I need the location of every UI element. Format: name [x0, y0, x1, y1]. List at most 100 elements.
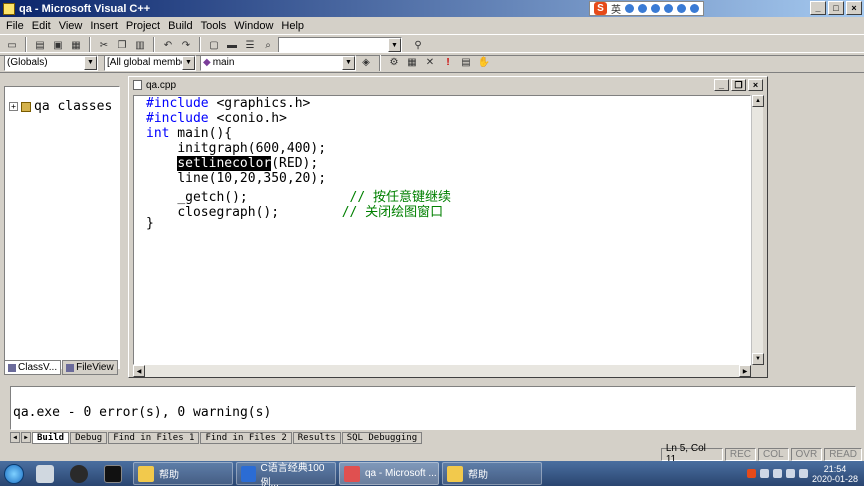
task-visual-cpp[interactable]: qa - Microsoft ... — [339, 462, 439, 485]
wizard-action-icon[interactable]: ◈ — [358, 55, 374, 71]
task-word-doc[interactable]: C语言经典100例... — [236, 462, 336, 486]
redo-icon[interactable]: ↷ — [178, 37, 194, 53]
class-tree[interactable]: + qa classes — [4, 86, 120, 369]
pinned-cmd[interactable] — [96, 461, 130, 486]
editor-close-button[interactable]: × — [748, 79, 763, 91]
build-icon[interactable]: ▦ — [404, 55, 420, 71]
expand-icon[interactable]: + — [9, 102, 18, 111]
binoculars-search-icon[interactable]: ⚲ — [410, 37, 426, 53]
execute-icon[interactable]: ! — [440, 55, 456, 71]
save-icon[interactable]: ▣ — [50, 37, 66, 53]
minimize-button[interactable]: _ — [810, 1, 826, 15]
code-editor[interactable]: #include <graphics.h> #include <conio.h>… — [133, 95, 751, 365]
system-tray: 21:54 2020-01-28 — [746, 464, 864, 484]
tab-find-in-files-2[interactable]: Find in Files 2 — [200, 431, 292, 444]
tab-fileview[interactable]: FileView — [62, 360, 118, 375]
task-label: qa - Microsoft ... — [365, 468, 437, 479]
tab-classview[interactable]: ClassV... — [4, 360, 62, 375]
menu-view[interactable]: View — [59, 20, 83, 32]
new-text-file-icon[interactable]: ▭ — [4, 37, 20, 53]
scroll-left-icon[interactable]: ◀ — [133, 365, 145, 377]
microphone-icon[interactable] — [651, 4, 660, 13]
tab-find-in-files-1[interactable]: Find in Files 1 — [108, 431, 200, 444]
scope-combo[interactable]: (Globals) ▼ — [4, 54, 98, 71]
wizard-bar: (Globals) ▼ [All global members ▼ ◆ main… — [0, 52, 864, 73]
editor-vertical-scrollbar[interactable]: ▲ ▼ — [751, 95, 764, 365]
network-icon[interactable] — [772, 469, 782, 478]
clock[interactable]: 21:54 2020-01-28 — [812, 464, 858, 484]
menu-help[interactable]: Help — [281, 20, 304, 32]
output-window-icon[interactable]: ▬ — [224, 37, 240, 53]
find-in-files-icon[interactable]: ⌕ — [260, 37, 276, 53]
chevron-down-icon[interactable]: ▼ — [388, 38, 401, 52]
menu-edit[interactable]: Edit — [32, 20, 51, 32]
tree-root-label[interactable]: qa classes — [34, 99, 112, 114]
pinned-settings[interactable] — [28, 461, 62, 486]
editor-restore-button[interactable]: ❐ — [731, 79, 746, 91]
pinned-nox[interactable] — [62, 461, 96, 486]
code-line-4: initgraph(600,400); — [177, 141, 327, 156]
tree-root-row[interactable]: + qa classes — [9, 99, 112, 114]
toolbox-icon[interactable] — [690, 4, 699, 13]
scope-value: (Globals) — [7, 57, 48, 68]
output-text-area[interactable]: qa.exe - 0 error(s), 0 warning(s) — [10, 386, 856, 430]
compile-icon[interactable]: ⚙ — [386, 55, 402, 71]
members-combo[interactable]: [All global members ▼ — [104, 54, 196, 71]
paste-icon[interactable]: ▥ — [132, 37, 148, 53]
selected-text: setlinecolor — [177, 156, 272, 171]
sogou-tray-icon[interactable] — [746, 469, 756, 478]
save-all-icon[interactable]: ▦ — [68, 37, 84, 53]
task-help-1[interactable]: 帮助 — [133, 462, 233, 485]
punctuation-icon[interactable] — [625, 4, 634, 13]
scroll-right-icon[interactable]: ▶ — [739, 365, 751, 377]
breakpoint-hand-icon[interactable]: ✋ — [476, 55, 492, 71]
editor-minimize-button[interactable]: _ — [714, 79, 729, 91]
chevron-down-icon[interactable]: ▼ — [84, 55, 97, 70]
menu-project[interactable]: Project — [126, 20, 160, 32]
menu-window[interactable]: Window — [234, 20, 273, 32]
find-combo[interactable]: ▼ — [278, 37, 402, 53]
start-button[interactable] — [0, 461, 28, 486]
menu-tools[interactable]: Tools — [201, 20, 227, 32]
help-icon — [447, 465, 463, 482]
menu-insert[interactable]: Insert — [90, 20, 118, 32]
scroll-up-icon[interactable]: ▲ — [752, 95, 764, 107]
go-debug-icon[interactable]: ▤ — [458, 55, 474, 71]
chevron-down-icon[interactable]: ▼ — [342, 55, 355, 70]
cut-icon[interactable]: ✂ — [96, 37, 112, 53]
editor-filename: qa.cpp — [146, 79, 177, 91]
emoji-icon[interactable] — [638, 4, 647, 13]
ime-toolbar[interactable]: S 英 — [589, 1, 704, 16]
flag-icon[interactable] — [798, 469, 808, 478]
open-folder-icon[interactable]: ▤ — [32, 37, 48, 53]
volume-icon[interactable] — [785, 469, 795, 478]
tab-scroll-left-icon[interactable]: ◀ — [10, 432, 20, 443]
tab-results[interactable]: Results — [292, 431, 341, 444]
tab-sql-debugging[interactable]: SQL Debugging — [341, 431, 423, 444]
copy-icon[interactable]: ❐ — [114, 37, 130, 53]
tab-build[interactable]: Build — [32, 431, 70, 444]
gear-icon — [36, 464, 54, 483]
tab-scroll-right-icon[interactable]: ▶ — [21, 432, 31, 443]
skin-icon[interactable] — [677, 4, 686, 13]
tab-debug[interactable]: Debug — [70, 431, 108, 444]
stop-build-icon[interactable]: ✕ — [422, 55, 438, 71]
task-help-2[interactable]: 帮助 — [442, 462, 542, 485]
close-button[interactable]: × — [846, 1, 862, 15]
ime-language-toggle[interactable]: 英 — [611, 1, 621, 16]
sogou-logo-icon[interactable]: S — [594, 2, 607, 15]
keyboard-icon[interactable] — [664, 4, 673, 13]
workspace-icon[interactable]: ▢ — [206, 37, 222, 53]
chevron-down-icon[interactable]: ▼ — [182, 55, 195, 70]
help-icon — [138, 465, 154, 482]
maximize-button[interactable]: □ — [828, 1, 844, 15]
function-combo[interactable]: ◆ main ▼ — [200, 54, 356, 71]
help-tray-icon[interactable] — [759, 469, 769, 478]
window-list-icon[interactable]: ☰ — [242, 37, 258, 53]
undo-icon[interactable]: ↶ — [160, 37, 176, 53]
editor-horizontal-scrollbar[interactable]: ◀ ▶ — [133, 365, 751, 377]
code-line-9: } — [146, 216, 154, 231]
menu-build[interactable]: Build — [168, 20, 192, 32]
scroll-down-icon[interactable]: ▼ — [752, 353, 764, 365]
menu-file[interactable]: File — [6, 20, 24, 32]
